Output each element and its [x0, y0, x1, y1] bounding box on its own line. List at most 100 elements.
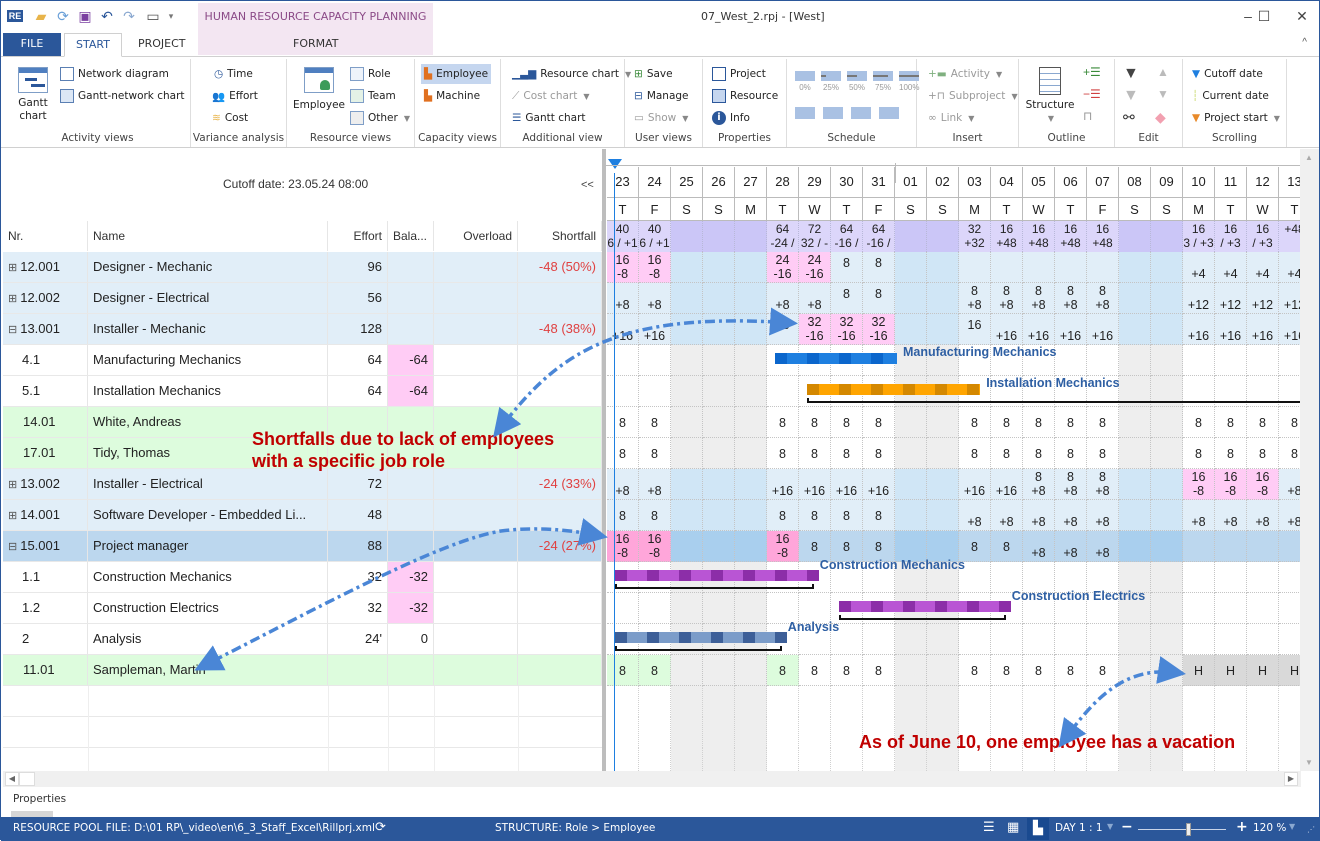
table-row[interactable]: 1.1 Construction Mechanics 32 -32	[3, 562, 603, 593]
scroll-current-date-button[interactable]: ┆ Current date	[1189, 86, 1272, 106]
day-number-header[interactable]: 13	[1279, 167, 1300, 197]
time-button[interactable]: ◷ Time	[211, 64, 256, 84]
column-header-shortfall[interactable]: Shortfall	[518, 221, 602, 251]
app-logo-icon[interactable]: RE	[5, 6, 25, 26]
gantt-bar[interactable]	[839, 601, 1011, 612]
move-down-icon[interactable]: ▼	[1157, 87, 1169, 101]
save-view-button[interactable]: ⊞ Save	[631, 64, 676, 84]
scroll-left-icon[interactable]: ◀	[5, 772, 19, 786]
day-number-header[interactable]: 10	[1183, 167, 1215, 197]
day-number-header[interactable]: 27	[735, 167, 767, 197]
merge-icon[interactable]	[879, 107, 899, 119]
day-number-header[interactable]: 01	[895, 167, 927, 197]
manage-views-button[interactable]: ⊟ Manage	[631, 86, 692, 106]
interrupt-icon[interactable]	[851, 107, 871, 119]
gantt-bar[interactable]	[615, 570, 819, 581]
progress-0-button[interactable]: 0%	[795, 71, 815, 92]
show-view-dropdown[interactable]: ▭ Show ▼	[631, 108, 691, 128]
day-number-header[interactable]: 24	[639, 167, 671, 197]
table-row[interactable]: ⊟ 13.001 Installer - Mechanic 128 -48 (38%)	[3, 314, 603, 345]
collapse-icon[interactable]: ⊟	[8, 541, 17, 553]
table-row[interactable]: 2 Analysis 24' 0	[3, 624, 603, 655]
tab-format[interactable]: FORMAT	[281, 33, 351, 57]
time-scale-dropdown-icon[interactable]: ▼	[1107, 822, 1113, 831]
horizontal-scrollbar[interactable]: ◀ ▶	[3, 771, 1301, 787]
gantt-view-icon[interactable]: ☰	[983, 820, 995, 835]
tab-project[interactable]: PROJECT	[126, 33, 198, 57]
day-number-header[interactable]: 30	[831, 167, 863, 197]
find-binoculars-icon[interactable]: ⚯	[1123, 109, 1135, 126]
window-layout-icon[interactable]: ▭	[143, 6, 163, 26]
save-icon[interactable]: ▣	[75, 6, 95, 26]
table-row[interactable]: ⊞ 12.001 Designer - Mechanic 96 -48 (50%)	[3, 252, 603, 283]
filter-icon[interactable]: ▼	[1123, 65, 1139, 83]
sync-icon[interactable]: ⟳	[375, 820, 386, 835]
reschedule-icon[interactable]	[795, 107, 815, 119]
gantt-chart-button[interactable]: Gantt chart	[11, 67, 55, 123]
collapse-ribbon-icon[interactable]: ^	[1302, 37, 1307, 48]
expand-icon[interactable]: ⊞	[8, 479, 17, 491]
column-header-name[interactable]: Name	[88, 221, 328, 251]
resource-chart-dropdown[interactable]: ▁▃▆ Resource chart ▼	[509, 64, 634, 84]
table-row[interactable]: 5.1 Installation Mechanics 64 -64	[3, 376, 603, 407]
collapse-table-button[interactable]: <<	[581, 179, 594, 191]
left-pane-scroll-thumb[interactable]	[19, 772, 35, 786]
zoom-slider-thumb[interactable]	[1185, 823, 1191, 836]
other-view-dropdown[interactable]: Other ▼	[347, 108, 413, 128]
cost-button[interactable]: ≋ Cost	[209, 108, 251, 128]
move-up-icon[interactable]: ▲	[1157, 65, 1169, 79]
customize-quick-access-icon[interactable]: ▾	[161, 6, 181, 26]
scroll-down-icon[interactable]: ▼	[1305, 758, 1313, 767]
split-icon[interactable]	[823, 107, 843, 119]
scroll-cutoff-date-button[interactable]: ▼ Cutoff date	[1189, 64, 1266, 84]
progress-50-button[interactable]: 50%	[847, 71, 867, 92]
day-number-header[interactable]: 02	[927, 167, 959, 197]
cost-chart-dropdown[interactable]: ⟋ Cost chart ▼	[509, 86, 593, 106]
additional-gantt-chart-button[interactable]: ☰ Gantt chart	[509, 108, 589, 128]
info-button[interactable]: i Info	[709, 108, 753, 128]
day-number-header[interactable]: 28	[767, 167, 799, 197]
capacity-machine-button[interactable]: ▙ Machine	[421, 86, 483, 106]
eraser-icon[interactable]: ◆	[1155, 109, 1166, 126]
expand-icon[interactable]: ⊞	[8, 510, 17, 522]
table-row[interactable]: ⊞ 13.002 Installer - Electrical 72 -24 (33%)	[3, 469, 603, 500]
insert-link-dropdown[interactable]: ∞ Link ▼	[925, 108, 977, 128]
outdent-icon[interactable]: −☰	[1083, 87, 1101, 101]
maximize-button[interactable]: ☐	[1249, 5, 1279, 27]
vertical-scrollbar[interactable]: ▲ ▼	[1300, 149, 1319, 771]
resize-grip-icon[interactable]: ⋰	[1307, 825, 1315, 834]
day-number-header[interactable]: 12	[1247, 167, 1279, 197]
expand-icon[interactable]: ⊞	[8, 293, 17, 305]
table-row[interactable]: ⊟ 15.001 Project manager 88 -24 (27%)	[3, 531, 603, 562]
gantt-bar[interactable]	[615, 632, 787, 643]
progress-75-button[interactable]: 75%	[873, 71, 893, 92]
move-icon[interactable]: ⊓	[1083, 109, 1092, 123]
properties-tab[interactable]: Properties	[13, 793, 66, 805]
day-number-header[interactable]: 05	[1023, 167, 1055, 197]
tab-file[interactable]: FILE	[3, 33, 61, 57]
expand-icon[interactable]: ⊞	[8, 262, 17, 274]
progress-25-button[interactable]: 25%	[821, 71, 841, 92]
zoom-out-button[interactable]: −	[1121, 819, 1133, 835]
collapse-icon[interactable]: ⊟	[8, 324, 17, 336]
capacity-view-icon[interactable]: ▙	[1027, 818, 1049, 840]
redo-icon[interactable]: ↷	[119, 6, 139, 26]
time-scale[interactable]: DAY 1 : 1	[1055, 822, 1103, 834]
table-row[interactable]: ⊞ 12.002 Designer - Electrical 56	[3, 283, 603, 314]
zoom-slider[interactable]	[1138, 829, 1226, 830]
effort-button[interactable]: 👥 Effort	[209, 86, 261, 106]
table-row[interactable]: 4.1 Manufacturing Mechanics 64 -64	[3, 345, 603, 376]
table-row[interactable]: 11.01 Sampleman, Martin	[3, 655, 603, 686]
structure-dropdown[interactable]: Structure ▼	[1025, 67, 1075, 125]
gantt-bar[interactable]	[775, 353, 897, 364]
column-header-balance[interactable]: Bala...	[388, 221, 434, 251]
scroll-right-icon[interactable]: ▶	[1284, 772, 1298, 786]
zoom-in-button[interactable]: +	[1236, 819, 1248, 835]
day-number-header[interactable]: 25	[671, 167, 703, 197]
open-folder-icon[interactable]: ▰	[31, 6, 51, 26]
insert-subproject-dropdown[interactable]: +⊓ Subproject ▼	[925, 86, 1021, 106]
network-diagram-button[interactable]: Network diagram	[57, 64, 172, 84]
table-row[interactable]: 1.2 Construction Electrics 32 -32	[3, 593, 603, 624]
scroll-project-start-dropdown[interactable]: ▼ Project start ▼	[1189, 108, 1283, 128]
project-properties-button[interactable]: Project	[709, 64, 769, 84]
